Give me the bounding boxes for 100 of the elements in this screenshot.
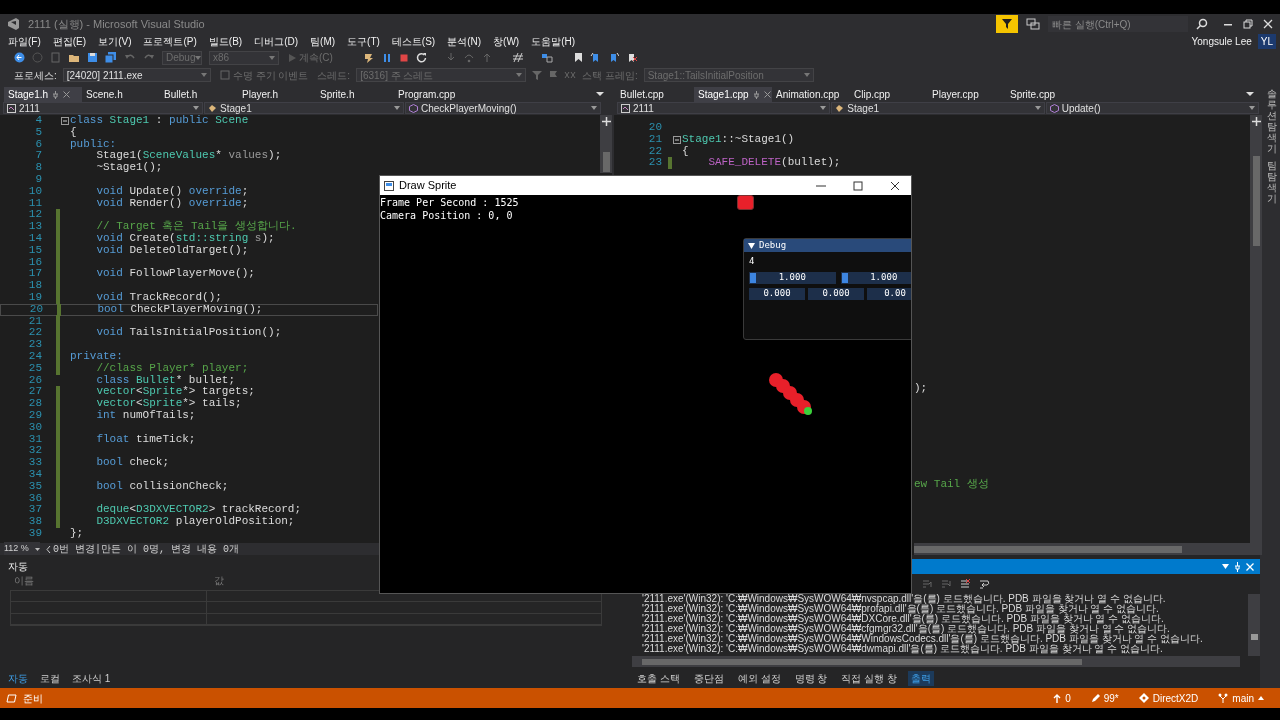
split-icon[interactable] [1251, 117, 1261, 126]
vertical-scrollbar[interactable] [600, 115, 612, 173]
editor-tab[interactable]: Player.h [238, 87, 316, 102]
slider-thumb[interactable] [750, 272, 756, 283]
number-field[interactable]: 0.00 [867, 287, 911, 300]
menu-item[interactable]: 창(W) [489, 34, 524, 49]
collapse-icon[interactable] [61, 116, 69, 125]
split-icon[interactable] [601, 117, 611, 126]
save-all-icon[interactable] [105, 52, 117, 63]
scroll-thumb[interactable] [914, 545, 1182, 553]
tool-window-tab[interactable]: 솔루션 탐색기 [1267, 88, 1277, 154]
threads-icon[interactable] [540, 52, 553, 63]
clear-all-icon[interactable] [960, 579, 971, 589]
pin-icon[interactable] [52, 90, 60, 99]
editor-tab[interactable]: Bullet.cpp [616, 87, 694, 102]
folder-icon[interactable] [68, 52, 80, 63]
navigation-dropdown[interactable]: 2111 [617, 102, 831, 114]
navigation-dropdown[interactable]: Stage1 [831, 102, 1045, 114]
tool-window-tab[interactable]: 팀 탐색기 [1267, 160, 1277, 204]
menu-item[interactable]: 팀(M) [306, 34, 340, 49]
pin-icon[interactable] [752, 90, 760, 99]
step-into-icon[interactable] [445, 52, 457, 63]
editor-tab[interactable]: Clip.cpp [850, 87, 928, 102]
filter-icon[interactable] [996, 15, 1018, 33]
editor-tab[interactable]: Stage1.cpp [694, 87, 772, 102]
navigation-dropdown[interactable]: Stage1 [204, 102, 404, 114]
stack-icon[interactable] [564, 70, 577, 80]
pending-changes[interactable]: 99* [1090, 690, 1119, 706]
pause-icon[interactable] [381, 52, 392, 63]
publish-status[interactable]: 0 [1053, 690, 1071, 706]
panel-tab[interactable]: 예외 설정 [734, 670, 784, 686]
vertical-scrollbar[interactable] [1250, 115, 1262, 543]
tab-list-icon[interactable] [596, 91, 604, 97]
horizontal-scrollbar[interactable] [632, 656, 1240, 667]
panel-tab[interactable]: 직접 실행 창 [838, 670, 900, 686]
panel-tab[interactable]: 로컬 [38, 670, 62, 686]
step-over-icon[interactable] [463, 52, 475, 63]
panel-tab[interactable]: 중단점 [690, 670, 727, 686]
restore-icon[interactable] [1242, 18, 1254, 30]
menu-item[interactable]: 디버그(D) [250, 34, 303, 49]
navigation-dropdown[interactable]: 2111 [3, 102, 203, 114]
panel-tab[interactable]: 자동 [6, 670, 30, 686]
word-wrap-icon[interactable] [979, 579, 990, 589]
menu-item[interactable]: 보기(V) [94, 34, 136, 49]
editor-tab[interactable]: Sprite.h [316, 87, 394, 102]
hot-reload-icon[interactable] [362, 51, 375, 64]
editor-tab[interactable]: Bullet.h [160, 87, 238, 102]
previous-bookmark-icon[interactable] [589, 52, 601, 63]
editor-tab[interactable]: Animation.cpp [772, 87, 850, 102]
hex-display-icon[interactable] [511, 52, 524, 63]
navigation-dropdown[interactable]: Update() [1045, 102, 1259, 114]
back-icon[interactable] [14, 52, 25, 63]
menu-item[interactable]: 도구(T) [343, 34, 384, 49]
horizontal-scrollbar[interactable] [914, 543, 1262, 555]
menu-item[interactable]: 파일(F) [4, 34, 45, 49]
repository-selector[interactable]: DirectX2D [1138, 690, 1199, 706]
editor-tab[interactable]: Sprite.cpp [1006, 87, 1084, 102]
menu-item[interactable]: 테스트(S) [387, 34, 440, 49]
flag-icon[interactable] [548, 70, 559, 80]
menu-item[interactable]: 빌드(B) [204, 34, 247, 49]
step-out-icon[interactable] [481, 52, 493, 63]
menu-item[interactable]: 도움말(H) [527, 34, 580, 49]
previous-change-icon[interactable] [46, 545, 51, 553]
save-icon[interactable] [87, 52, 98, 63]
navigation-dropdown[interactable]: CheckPlayerMoving() [405, 102, 601, 114]
menu-item[interactable]: 편집(E) [48, 34, 91, 49]
number-field[interactable]: 0.000 [808, 287, 864, 300]
collapse-icon[interactable] [673, 135, 681, 144]
restart-icon[interactable] [415, 52, 427, 63]
editor-tab[interactable]: Stage1.h [4, 87, 82, 102]
maximize-icon[interactable] [852, 179, 864, 192]
number-field[interactable]: 0.000 [749, 287, 805, 300]
tab-list-icon[interactable] [1246, 91, 1254, 97]
slider[interactable]: 1.000 [749, 271, 836, 284]
panel-tab[interactable]: 조사식 1 [70, 670, 113, 686]
quick-launch-field[interactable]: 빠른 실행(Ctrl+Q) [1048, 16, 1188, 32]
dropdown-arrow-icon[interactable] [1222, 564, 1229, 569]
panel-tab[interactable]: 출력 [907, 670, 934, 686]
branch-selector[interactable]: main [1218, 690, 1264, 706]
close-icon[interactable] [889, 179, 901, 192]
bookmark-icon[interactable] [573, 52, 583, 63]
slider-thumb[interactable] [841, 272, 848, 283]
process-dropdown[interactable]: [24020] 2111.exe [62, 68, 211, 82]
scroll-thumb[interactable] [602, 152, 610, 172]
menu-item[interactable]: 프로젝트(P) [139, 34, 201, 49]
search-icon[interactable] [1196, 18, 1208, 30]
editor-tab[interactable]: Scene.h [82, 87, 160, 102]
panel-tab[interactable]: 호출 스택 [634, 670, 683, 686]
stop-icon[interactable] [398, 52, 409, 63]
feedback-icon[interactable] [1026, 17, 1040, 31]
menu-item[interactable]: 분석(N) [443, 34, 486, 49]
vertical-scrollbar[interactable] [1248, 594, 1260, 656]
panel-tab[interactable]: 명령 창 [791, 670, 831, 686]
status-text: 준비 [23, 691, 43, 706]
slider[interactable]: 1.000 [840, 271, 911, 284]
editor-tab[interactable]: Program.cpp [394, 87, 472, 102]
zoom-dropdown[interactable]: 112 % [4, 542, 40, 556]
editor-tab[interactable]: Player.cpp [928, 87, 1006, 102]
collapse-arrow-icon[interactable] [748, 242, 755, 249]
scroll-thumb[interactable] [1252, 156, 1260, 246]
